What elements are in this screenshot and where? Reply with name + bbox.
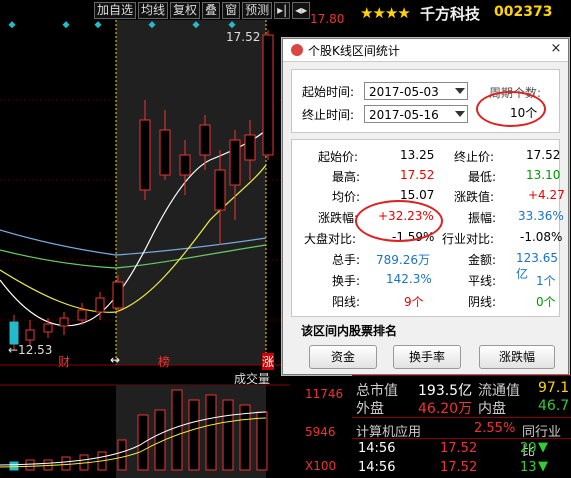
chart-toolbar: 加自选 均线 复权 叠 窗 预测 ▸| ◂▸ [94,2,311,19]
turnover-value: 142.3% [386,272,432,286]
high-marker: 17.52 [226,30,261,44]
vol-axis-high: 11746 [305,387,344,401]
end-time-select[interactable]: 2017-05-16 [364,105,468,123]
start-price-label: 起始价: [318,150,359,164]
info-divider [352,375,571,376]
outer-label: 外盘 [356,401,384,417]
low-marker: ←12.53 [8,343,53,357]
rating-stars: ★★★★ [360,4,411,22]
high-label: 最高: [332,170,361,184]
annotation-circle-change [355,200,443,242]
start-time-value: 2017-05-03 [369,85,439,99]
overlay-button[interactable]: 叠 [202,2,221,19]
tick1-time: 14:56 [358,441,396,456]
window-button[interactable]: 窗 [222,2,241,19]
low-value: 13.10 [526,168,561,182]
inner-value: 46.7 [538,398,570,414]
amount-label: 金额: [468,253,497,267]
tick2-time: 14:56 [358,460,396,475]
capital-rank-button[interactable]: 资金 [309,345,377,369]
cai-label[interactable]: 财 [58,353,70,370]
change-pct-label: 涨跌幅: [318,211,359,225]
info-divider-3 [352,438,571,439]
industry-compare-value: -1.08% [520,230,563,244]
float-cap-label: 流通值 [478,383,520,399]
dialog-title: 个股K线区间统计 [308,43,400,58]
chevron-down-icon [455,111,465,117]
total-volume-label: 总手: [332,253,361,267]
tick1-price: 17.52 [440,441,478,456]
tick2-price: 17.52 [440,460,478,475]
interval-stats-dialog: 个股K线区间统计 × 起始时间: 2017-05-03 终止时间: 2017-0… [282,38,569,375]
yang-lines-value: 9个 [404,295,424,309]
chevron-down-icon [455,88,465,94]
close-icon[interactable]: × [548,41,564,57]
tick1-volume: 20 [520,441,537,456]
vol-axis-unit: X100 [305,459,337,473]
annotation-circle-period [476,91,546,127]
info-divider-2 [352,417,571,418]
change-value-value: +4.27 [528,188,565,202]
turnover-label: 换手: [332,274,361,288]
end-time-label: 终止时间: [302,108,355,122]
end-price-label: 终止价: [454,150,495,164]
down-arrow-icon: ▼ [538,459,548,474]
high-value: 17.52 [400,168,435,182]
inner-label: 内盘 [478,401,506,417]
zhang-label[interactable]: 涨 [262,353,275,370]
start-price-value: 13.25 [400,148,435,162]
total-volume-value: 789.26万 [376,253,430,267]
amplitude-value: 33.36% [518,209,564,223]
market-cap-label: 总市值 [356,383,398,399]
industry-change: 2.55% [474,421,516,436]
yang-lines-label: 阳线: [332,295,361,309]
forecast-button[interactable]: 预测 [242,2,273,19]
market-cap-value: 193.5亿 [418,383,473,399]
volume-title: 成交量 [234,372,271,386]
stock-name: 千方科技 [420,5,481,23]
end-time-value: 2017-05-16 [369,108,439,122]
rank-section-label: 该区间内股票排名 [301,324,398,338]
market-compare-label: 大盘对比: [304,232,357,246]
tick2-volume: 13 [520,460,537,475]
avg-price-label: 均价: [332,190,361,204]
end-price-value: 17.52 [526,148,561,162]
kline-chart[interactable] [0,20,290,478]
dialog-titlebar[interactable]: 个股K线区间统计 × [283,39,568,62]
bang-label[interactable]: 榜 [158,353,170,370]
ma-button[interactable]: 均线 [138,2,169,19]
app-icon [291,44,303,56]
start-time-select[interactable]: 2017-05-03 [364,82,468,100]
flat-lines-label: 平线: [468,274,497,288]
low-label: 最低: [468,170,497,184]
price-axis-top: 17.80 [310,12,345,26]
yin-lines-value: 0个 [536,295,556,309]
turnover-rank-button[interactable]: 换手率 [393,345,461,369]
stock-code: 002373 [494,4,553,20]
scroll-icon[interactable]: ◂▸ [292,2,311,19]
down-arrow-icon: ▼ [538,440,548,455]
change-rank-button[interactable]: 涨跌幅 [479,345,555,369]
float-cap-value: 97.1 [538,380,570,396]
last-icon[interactable]: ▸| [274,2,291,19]
industry-compare-label: 行业对比: [442,232,495,246]
outer-value: 46.20万 [418,401,473,417]
change-value-label: 涨跌值: [454,190,495,204]
vol-axis-mid: 5946 [305,425,336,439]
range-arrows[interactable]: ↔ [110,353,120,367]
amplitude-label: 振幅: [468,211,497,225]
add-favorite-button[interactable]: 加自选 [94,2,137,19]
flat-lines-value: 1个 [536,274,556,288]
start-time-label: 起始时间: [302,85,355,99]
yin-lines-label: 阴线: [468,295,497,309]
adjust-button[interactable]: 复权 [170,2,201,19]
